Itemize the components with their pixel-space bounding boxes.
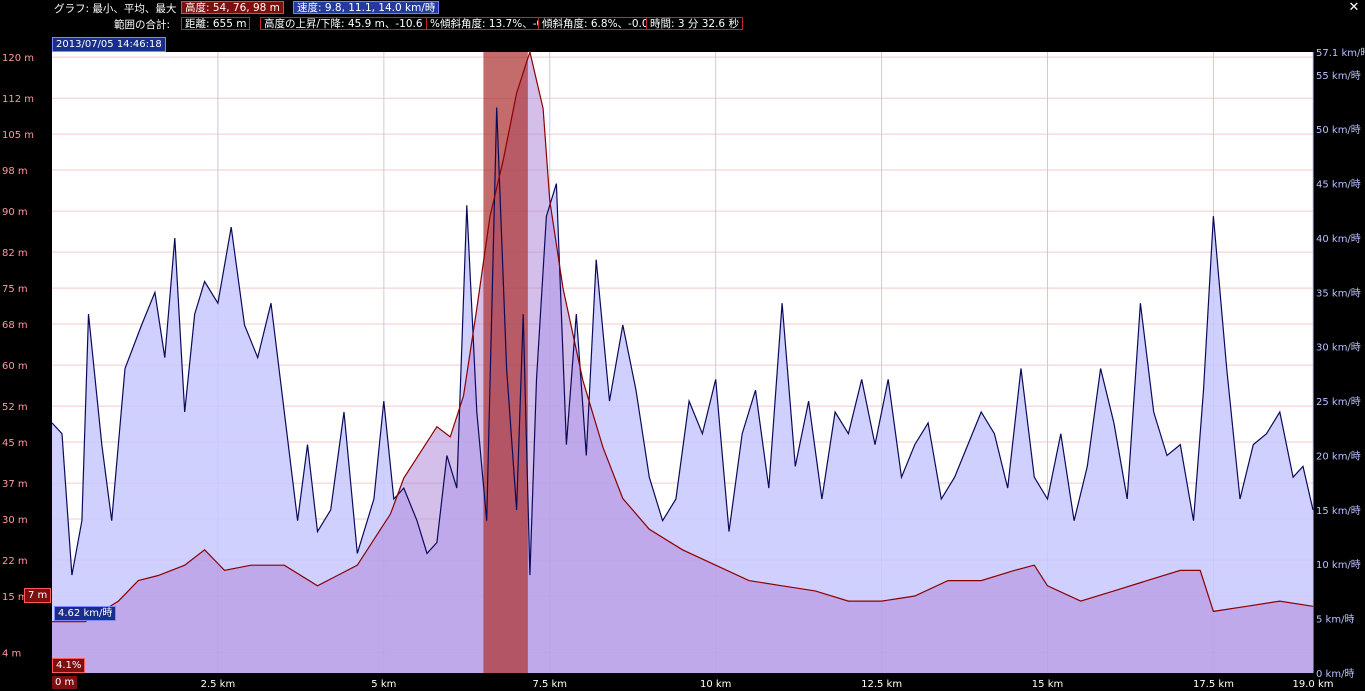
y-tick-left: 37 m bbox=[2, 479, 28, 490]
y-tick-right: 25 km/時 bbox=[1316, 396, 1361, 408]
x-tick: 12.5 km bbox=[861, 679, 902, 690]
y-tick-left: 4 m bbox=[2, 648, 21, 659]
x-tick: 15 km bbox=[1032, 679, 1063, 690]
y-tick-right: 50 km/時 bbox=[1316, 124, 1361, 136]
x-tick: 19.0 km bbox=[1293, 679, 1334, 690]
y-tick-right: 10 km/時 bbox=[1316, 559, 1361, 571]
y-tick-right: 35 km/時 bbox=[1316, 287, 1361, 299]
left-axis: 120 m 112 m 105 m 98 m 90 m 82 m 75 m 68 m 60 m 5… bbox=[2, 53, 34, 659]
range-total-label: 範囲の合計: bbox=[114, 19, 171, 31]
y-tick-left: 120 m bbox=[2, 53, 34, 64]
y-tick-right: 15 km/時 bbox=[1316, 505, 1361, 517]
y-tick-left: 98 m bbox=[2, 166, 28, 177]
duration-badge: 時間: 3 分 32.6 秒 bbox=[646, 17, 743, 30]
close-icon[interactable]: ✕ bbox=[1347, 1, 1361, 15]
altitude-marker: 7 m bbox=[24, 588, 52, 603]
speed-stats-badge: 速度: 9.8, 11.1, 14.0 km/時 bbox=[293, 1, 440, 14]
x-tick: 7.5 km bbox=[532, 679, 567, 690]
y-tick-left: 60 m bbox=[2, 361, 28, 372]
y-tick-left: 68 m bbox=[2, 320, 28, 331]
x-axis: 2.5 km 5 km 7.5 km 10 km 12.5 km 15 km 17.5 km… bbox=[201, 679, 1334, 690]
timestamp-label: 2013/07/05 14:46:18 bbox=[52, 37, 166, 52]
x-tick: 10 km bbox=[700, 679, 731, 690]
y-tick-left: 90 m bbox=[2, 207, 28, 218]
y-tick-left: 22 m bbox=[2, 556, 28, 567]
x-tick: 17.5 km bbox=[1193, 679, 1234, 690]
slope-marker: 4.1% bbox=[52, 658, 86, 673]
header-bar: グラフ: 最小、平均、最大 高度: 54, 76, 98 m 速度: 9.8, … bbox=[0, 0, 1365, 52]
climb-descent-badge: 高度の上昇/下降: 45.9 m、-10.6 bbox=[260, 17, 427, 30]
x-tick: 2.5 km bbox=[201, 679, 236, 690]
speed-marker: 4.62 km/時 bbox=[54, 606, 117, 621]
y-tick-right: 55 km/時 bbox=[1316, 70, 1361, 82]
y-tick-left: 52 m bbox=[2, 402, 28, 413]
slope-angle-badge-2: 傾斜角度: 6.8%、-0.0% bbox=[538, 17, 663, 30]
y-tick-right: 5 km/時 bbox=[1316, 614, 1354, 626]
altitude-stats-badge: 高度: 54, 76, 98 m bbox=[181, 1, 284, 14]
elevation-speed-chart[interactable]: 120 m 112 m 105 m 98 m 90 m 82 m 75 m 68 m 60 m 5… bbox=[0, 0, 1365, 691]
y-tick-left: 105 m bbox=[2, 130, 34, 141]
y-tick-left: 75 m bbox=[2, 284, 28, 295]
x-start-marker: 0 m bbox=[52, 676, 78, 689]
y-tick-left: 30 m bbox=[2, 515, 28, 526]
y-tick-left: 112 m bbox=[2, 94, 34, 105]
y-tick-right: 20 km/時 bbox=[1316, 450, 1361, 462]
y-tick-left: 82 m bbox=[2, 248, 28, 259]
y-tick-left: 45 m bbox=[2, 438, 28, 449]
y-tick-right: 45 km/時 bbox=[1316, 179, 1361, 191]
graph-stats-label: グラフ: 最小、平均、最大 bbox=[54, 3, 177, 15]
x-tick: 5 km bbox=[371, 679, 396, 690]
distance-badge: 距離: 655 m bbox=[181, 17, 251, 30]
y-tick-right: 30 km/時 bbox=[1316, 342, 1361, 354]
right-axis: 57.1 km/時55 km/時50 km/時45 km/時40 km/時35 … bbox=[1316, 47, 1365, 680]
y-tick-right: 40 km/時 bbox=[1316, 233, 1361, 245]
